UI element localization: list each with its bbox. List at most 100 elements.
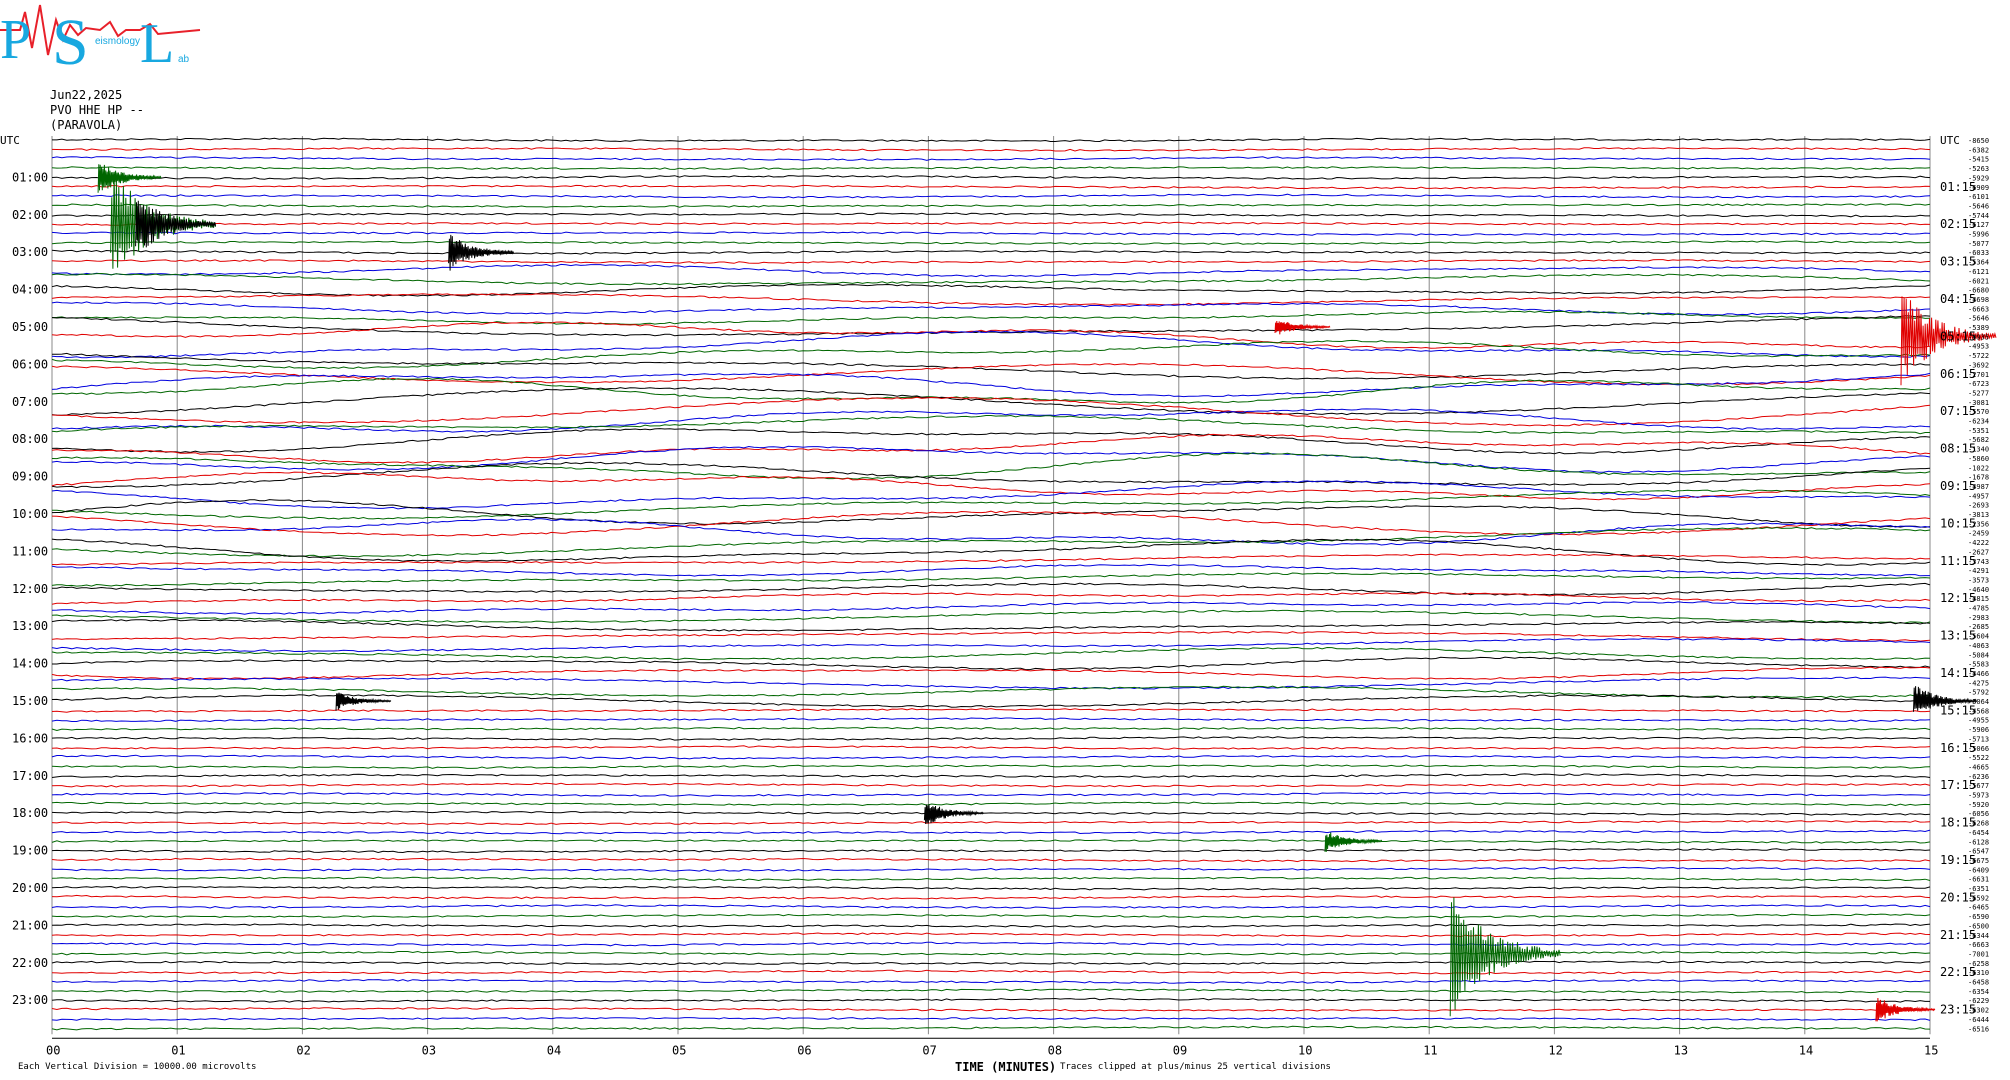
left-time-label: 14:00 <box>12 657 48 671</box>
psl-logo: P S L eismology ab <box>0 4 201 75</box>
trace-offset-label: -6229 <box>1968 997 1989 1005</box>
utc-right-label: UTC <box>1940 134 1960 147</box>
trace-row-68 <box>51 773 1931 778</box>
trace-offset-label: -5860 <box>1968 455 1989 463</box>
trace-offset-label: -5077 <box>1968 240 1989 248</box>
trace-row-88 <box>51 960 1931 966</box>
trace-offset-label: -5646 <box>1968 315 1989 323</box>
trace-offset-label: -6121 <box>1968 268 1989 276</box>
trace-row-67 <box>51 764 1931 769</box>
left-time-label: 10:00 <box>12 507 48 521</box>
trace-row-61 <box>51 708 1931 713</box>
trace-offset-label: -6258 <box>1968 960 1989 968</box>
trace-offset-label: -6592 <box>1968 894 1989 902</box>
left-time-label: 17:00 <box>12 769 48 783</box>
trace-offset-label: -5792 <box>1968 689 1989 697</box>
trace-row-53 <box>51 631 1931 642</box>
trace-row-71 <box>51 801 1931 807</box>
trace-offset-label: -4291 <box>1968 567 1989 575</box>
trace-offset-label: -5389 <box>1968 324 1989 332</box>
left-time-label: 05:00 <box>12 320 48 334</box>
trace-offset-label: -5646 <box>1968 202 1989 210</box>
trace-offset-label: -5682 <box>1968 436 1989 444</box>
trace-row-93 <box>51 1007 1931 1012</box>
trace-offset-label: -4568 <box>1968 707 1989 715</box>
event-1 <box>135 200 217 248</box>
trace-offset-label: -6675 <box>1968 857 1989 865</box>
trace-offset-label: -5996 <box>1968 231 1989 239</box>
trace-offset-label: -5064 <box>1968 698 1989 706</box>
trace-offset-label: -6590 <box>1968 913 1989 921</box>
trace-offset-label: -5906 <box>1968 726 1989 734</box>
trace-row-77 <box>51 857 1931 863</box>
trace-offset-label: -5263 <box>1968 165 1989 173</box>
left-time-label: 21:00 <box>12 918 48 932</box>
trace-offset-label: -4953 <box>1968 343 1989 351</box>
left-time-label: 16:00 <box>12 731 48 745</box>
trace-row-5 <box>51 184 1931 190</box>
x-tick-label: 10 <box>1298 1043 1312 1057</box>
trace-row-91 <box>52 988 1931 994</box>
trace-row-28 <box>51 387 1931 416</box>
trace-offset-label: -6723 <box>1968 380 1989 388</box>
trace-row-23 <box>51 339 1931 370</box>
helicorder-plot: 01:00 02:00 03:00 04:00 05:00 06:00 07:00 08:00… <box>12 136 1997 1057</box>
left-time-label: 11:00 <box>12 544 48 558</box>
trace-offset-label: -5415 <box>1968 156 1989 164</box>
header-location: (PARAVOLA) <box>50 118 123 132</box>
trace-row-26 <box>51 372 1931 398</box>
trace-row-73 <box>51 820 1931 826</box>
trace-offset-label: -6351 <box>1968 885 1989 893</box>
trace-offset-label: -5570 <box>1968 408 1989 416</box>
left-time-label: 03:00 <box>12 245 48 259</box>
trace-row-51 <box>51 609 1931 624</box>
trace-row-42 <box>51 518 1931 546</box>
trace-row-86 <box>51 941 1931 947</box>
trace-offset-label: -7001 <box>1968 950 1989 958</box>
trace-offset-label: -2459 <box>1968 530 1989 538</box>
left-time-label: 23:00 <box>12 993 48 1007</box>
event-11 <box>1274 320 1331 335</box>
trace-offset-label: -1340 <box>1968 446 1989 454</box>
trace-offset-label: -6056 <box>1968 810 1989 818</box>
trace-row-35 <box>51 452 1931 480</box>
x-tick-label: 04 <box>547 1043 561 1057</box>
x-tick-label: 03 <box>422 1043 436 1057</box>
trace-offset-label: -6409 <box>1968 866 1989 874</box>
trace-offset-label: -6516 <box>1968 1025 1989 1033</box>
logo-p: P <box>0 9 31 71</box>
trace-offset-label: -3813 <box>1968 511 1989 519</box>
trace-offset-label: -5713 <box>1968 735 1989 743</box>
trace-offset-label: -6310 <box>1968 969 1989 977</box>
left-time-label: 04:00 <box>12 283 48 297</box>
trace-row-70 <box>51 792 1931 797</box>
trace-offset-label: -4698 <box>1968 296 1989 304</box>
left-time-label: 12:00 <box>12 582 48 596</box>
trace-row-79 <box>51 876 1931 882</box>
trace-offset-label: -5066 <box>1968 745 1989 753</box>
trace-row-83 <box>51 913 1931 919</box>
trace-row-21 <box>51 321 1931 349</box>
trace-row-25 <box>51 362 1931 386</box>
footer-left-note: Each Vertical Division = 10000.00 microv… <box>18 1062 257 1072</box>
trace-offset-label: -6354 <box>1968 988 1989 996</box>
logo-l: L <box>140 13 174 75</box>
trace-offset-label: -5722 <box>1968 352 1989 360</box>
trace-row-55 <box>51 646 1931 661</box>
trace-offset-label: -4957 <box>1968 492 1989 500</box>
trace-row-94 <box>51 1017 1931 1022</box>
trace-offset-label: -2627 <box>1968 548 1989 556</box>
left-time-label: 19:00 <box>12 844 48 858</box>
trace-offset-label: -5583 <box>1968 661 1989 669</box>
x-tick-label: 00 <box>46 1043 60 1057</box>
trace-row-7 <box>51 203 1931 208</box>
trace-offset-label: -5920 <box>1968 801 1989 809</box>
trace-row-2 <box>51 156 1931 161</box>
trace-offset-label: -4935 <box>1968 333 1989 341</box>
left-time-label: 07:00 <box>12 395 48 409</box>
x-tick-label: 08 <box>1048 1043 1062 1057</box>
trace-offset-label: -6680 <box>1968 287 1989 295</box>
left-time-label: 01:00 <box>12 170 48 184</box>
trace-offset-label: -5084 <box>1968 651 1989 659</box>
trace-row-17 <box>51 293 1931 306</box>
